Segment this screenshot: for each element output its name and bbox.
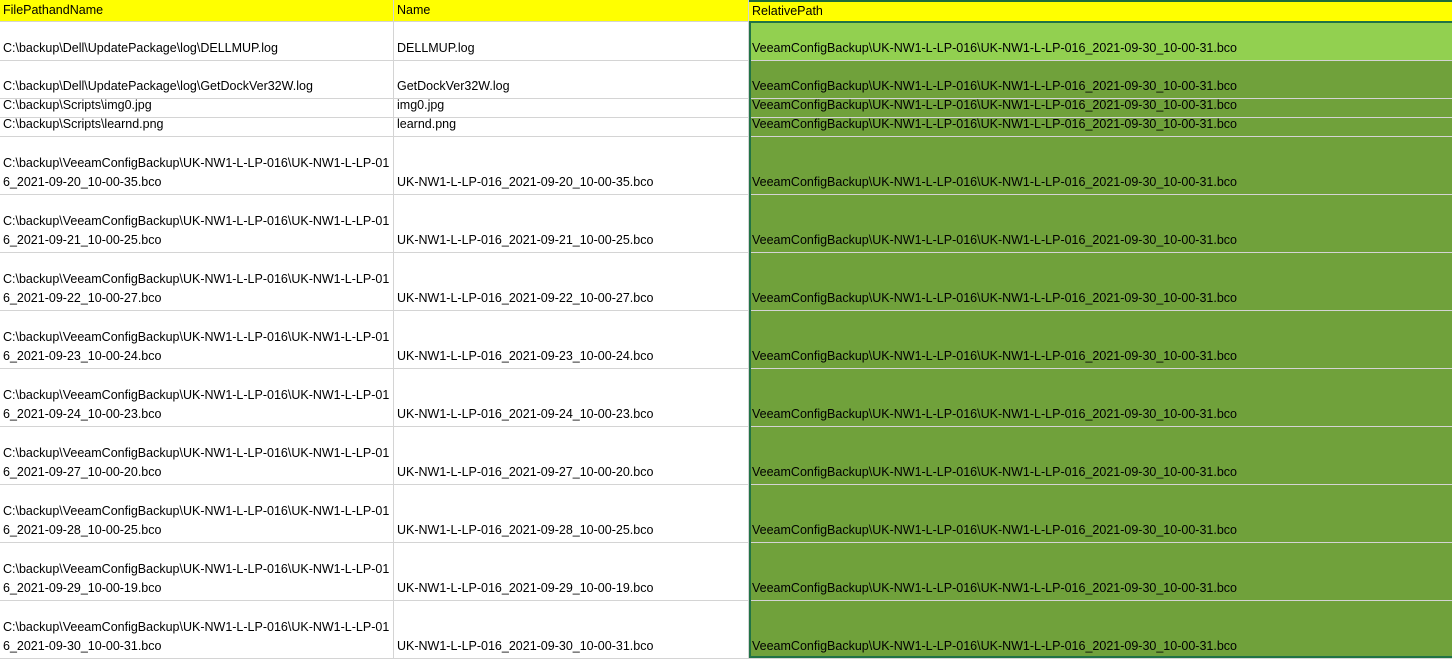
cell-filepathandname[interactable]: C:\backup\VeeamConfigBackup\UK-NW1-L-LP-…	[0, 137, 394, 194]
table-row: C:\backup\VeeamConfigBackup\UK-NW1-L-LP-…	[0, 311, 1452, 369]
header-row: FilePathandName Name RelativePath	[0, 0, 1452, 22]
cell-text: VeeamConfigBackup\UK-NW1-L-LP-016\UK-NW1…	[752, 523, 1237, 537]
cell-text: GetDockVer32W.log	[397, 79, 510, 93]
cell-name[interactable]: UK-NW1-L-LP-016_2021-09-24_10-00-23.bco	[394, 369, 749, 426]
cell-filepathandname[interactable]: C:\backup\VeeamConfigBackup\UK-NW1-L-LP-…	[0, 601, 394, 658]
cell-text: UK-NW1-L-LP-016_2021-09-23_10-00-24.bco	[397, 349, 654, 363]
spreadsheet-grid: FilePathandName Name RelativePath C:\bac…	[0, 0, 1452, 664]
cell-name[interactable]: UK-NW1-L-LP-016_2021-09-30_10-00-31.bco	[394, 601, 749, 658]
cell-relativepath[interactable]: VeeamConfigBackup\UK-NW1-L-LP-016\UK-NW1…	[749, 137, 1452, 194]
cell-text: UK-NW1-L-LP-016_2021-09-21_10-00-25.bco	[397, 233, 654, 247]
table-row: C:\backup\VeeamConfigBackup\UK-NW1-L-LP-…	[0, 427, 1452, 485]
cell-relativepath[interactable]: VeeamConfigBackup\UK-NW1-L-LP-016\UK-NW1…	[749, 61, 1452, 98]
table-row: C:\backup\VeeamConfigBackup\UK-NW1-L-LP-…	[0, 485, 1452, 543]
cell-text: C:\backup\VeeamConfigBackup\UK-NW1-L-LP-…	[3, 562, 390, 595]
table-row: C:\backup\VeeamConfigBackup\UK-NW1-L-LP-…	[0, 195, 1452, 253]
cell-text: C:\backup\VeeamConfigBackup\UK-NW1-L-LP-…	[3, 504, 390, 537]
cell-text: img0.jpg	[397, 99, 445, 112]
cell-filepathandname[interactable]: C:\backup\VeeamConfigBackup\UK-NW1-L-LP-…	[0, 311, 394, 368]
cell-text: UK-NW1-L-LP-016_2021-09-27_10-00-20.bco	[397, 465, 654, 479]
table-row: C:\backup\VeeamConfigBackup\UK-NW1-L-LP-…	[0, 601, 1452, 659]
cell-text: C:\backup\VeeamConfigBackup\UK-NW1-L-LP-…	[3, 156, 390, 189]
cell-relativepath[interactable]: VeeamConfigBackup\UK-NW1-L-LP-016\UK-NW1…	[749, 369, 1452, 426]
cell-text: UK-NW1-L-LP-016_2021-09-28_10-00-25.bco	[397, 523, 654, 537]
cell-relativepath[interactable]: VeeamConfigBackup\UK-NW1-L-LP-016\UK-NW1…	[749, 195, 1452, 252]
header-cell-relativepath[interactable]: RelativePath	[749, 0, 1452, 21]
cell-relativepath[interactable]: VeeamConfigBackup\UK-NW1-L-LP-016\UK-NW1…	[749, 118, 1452, 136]
cell-name[interactable]: UK-NW1-L-LP-016_2021-09-28_10-00-25.bco	[394, 485, 749, 542]
cell-relativepath[interactable]: VeeamConfigBackup\UK-NW1-L-LP-016\UK-NW1…	[749, 601, 1452, 658]
cell-text: VeeamConfigBackup\UK-NW1-L-LP-016\UK-NW1…	[752, 118, 1237, 131]
cell-text: UK-NW1-L-LP-016_2021-09-30_10-00-31.bco	[397, 639, 654, 653]
header-cell-filepathandname[interactable]: FilePathandName	[0, 0, 394, 21]
cell-relativepath[interactable]: VeeamConfigBackup\UK-NW1-L-LP-016\UK-NW1…	[749, 485, 1452, 542]
cell-filepathandname[interactable]: C:\backup\VeeamConfigBackup\UK-NW1-L-LP-…	[0, 543, 394, 600]
cell-text: UK-NW1-L-LP-016_2021-09-29_10-00-19.bco	[397, 581, 654, 595]
cell-filepathandname[interactable]: C:\backup\Scripts\learnd.png	[0, 118, 394, 136]
cell-text: VeeamConfigBackup\UK-NW1-L-LP-016\UK-NW1…	[752, 233, 1237, 247]
cell-name[interactable]: learnd.png	[394, 118, 749, 136]
table-row: C:\backup\VeeamConfigBackup\UK-NW1-L-LP-…	[0, 543, 1452, 601]
cell-name[interactable]: UK-NW1-L-LP-016_2021-09-22_10-00-27.bco	[394, 253, 749, 310]
table-row: C:\backup\VeeamConfigBackup\UK-NW1-L-LP-…	[0, 253, 1452, 311]
cell-text: VeeamConfigBackup\UK-NW1-L-LP-016\UK-NW1…	[752, 175, 1237, 189]
table-row: C:\backup\Dell\UpdatePackage\log\GetDock…	[0, 61, 1452, 99]
cell-text: VeeamConfigBackup\UK-NW1-L-LP-016\UK-NW1…	[752, 291, 1237, 305]
cell-text: UK-NW1-L-LP-016_2021-09-24_10-00-23.bco	[397, 407, 654, 421]
cell-text: VeeamConfigBackup\UK-NW1-L-LP-016\UK-NW1…	[752, 349, 1237, 363]
cell-text: VeeamConfigBackup\UK-NW1-L-LP-016\UK-NW1…	[752, 79, 1237, 93]
table-row: C:\backup\VeeamConfigBackup\UK-NW1-L-LP-…	[0, 137, 1452, 195]
cell-relativepath[interactable]: VeeamConfigBackup\UK-NW1-L-LP-016\UK-NW1…	[749, 311, 1452, 368]
table-row: C:\backup\Scripts\learnd.png learnd.png …	[0, 118, 1452, 137]
cell-name[interactable]: GetDockVer32W.log	[394, 61, 749, 98]
cell-text: VeeamConfigBackup\UK-NW1-L-LP-016\UK-NW1…	[752, 99, 1237, 112]
cell-text: C:\backup\Dell\UpdatePackage\log\DELLMUP…	[3, 41, 278, 55]
cell-name[interactable]: DELLMUP.log	[394, 22, 749, 60]
cell-name[interactable]: UK-NW1-L-LP-016_2021-09-21_10-00-25.bco	[394, 195, 749, 252]
cell-text: learnd.png	[397, 118, 457, 131]
cell-text: UK-NW1-L-LP-016_2021-09-22_10-00-27.bco	[397, 291, 654, 305]
table-row: C:\backup\Scripts\img0.jpg img0.jpg Veea…	[0, 99, 1452, 118]
cell-filepathandname[interactable]: C:\backup\VeeamConfigBackup\UK-NW1-L-LP-…	[0, 253, 394, 310]
cell-relativepath[interactable]: VeeamConfigBackup\UK-NW1-L-LP-016\UK-NW1…	[749, 427, 1452, 484]
cell-name[interactable]: UK-NW1-L-LP-016_2021-09-20_10-00-35.bco	[394, 137, 749, 194]
header-cell-name[interactable]: Name	[394, 0, 749, 21]
table-row: C:\backup\Dell\UpdatePackage\log\DELLMUP…	[0, 22, 1452, 61]
cell-text: VeeamConfigBackup\UK-NW1-L-LP-016\UK-NW1…	[752, 41, 1237, 55]
cell-filepathandname[interactable]: C:\backup\Dell\UpdatePackage\log\GetDock…	[0, 61, 394, 98]
cell-text: UK-NW1-L-LP-016_2021-09-20_10-00-35.bco	[397, 175, 654, 189]
cell-filepathandname[interactable]: C:\backup\VeeamConfigBackup\UK-NW1-L-LP-…	[0, 195, 394, 252]
cell-relativepath-active[interactable]: VeeamConfigBackup\UK-NW1-L-LP-016\UK-NW1…	[749, 22, 1452, 60]
cell-relativepath[interactable]: VeeamConfigBackup\UK-NW1-L-LP-016\UK-NW1…	[749, 253, 1452, 310]
cell-name[interactable]: UK-NW1-L-LP-016_2021-09-23_10-00-24.bco	[394, 311, 749, 368]
cell-text: C:\backup\VeeamConfigBackup\UK-NW1-L-LP-…	[3, 214, 390, 247]
cell-text: C:\backup\VeeamConfigBackup\UK-NW1-L-LP-…	[3, 272, 390, 305]
cell-text: VeeamConfigBackup\UK-NW1-L-LP-016\UK-NW1…	[752, 407, 1237, 421]
cell-text: C:\backup\VeeamConfigBackup\UK-NW1-L-LP-…	[3, 620, 390, 653]
cell-filepathandname[interactable]: C:\backup\VeeamConfigBackup\UK-NW1-L-LP-…	[0, 369, 394, 426]
cell-text: DELLMUP.log	[397, 41, 475, 55]
cell-name[interactable]: UK-NW1-L-LP-016_2021-09-29_10-00-19.bco	[394, 543, 749, 600]
cell-text: VeeamConfigBackup\UK-NW1-L-LP-016\UK-NW1…	[752, 465, 1237, 479]
table-row: C:\backup\VeeamConfigBackup\UK-NW1-L-LP-…	[0, 369, 1452, 427]
cell-filepathandname[interactable]: C:\backup\VeeamConfigBackup\UK-NW1-L-LP-…	[0, 427, 394, 484]
cell-relativepath[interactable]: VeeamConfigBackup\UK-NW1-L-LP-016\UK-NW1…	[749, 99, 1452, 117]
cell-text: C:\backup\Dell\UpdatePackage\log\GetDock…	[3, 79, 313, 93]
cell-text: C:\backup\VeeamConfigBackup\UK-NW1-L-LP-…	[3, 388, 390, 421]
cell-text: VeeamConfigBackup\UK-NW1-L-LP-016\UK-NW1…	[752, 581, 1237, 595]
cell-filepathandname[interactable]: C:\backup\Scripts\img0.jpg	[0, 99, 394, 117]
cell-text: C:\backup\Scripts\learnd.png	[3, 118, 164, 131]
cell-filepathandname[interactable]: C:\backup\VeeamConfigBackup\UK-NW1-L-LP-…	[0, 485, 394, 542]
cell-text: C:\backup\VeeamConfigBackup\UK-NW1-L-LP-…	[3, 446, 390, 479]
cell-relativepath[interactable]: VeeamConfigBackup\UK-NW1-L-LP-016\UK-NW1…	[749, 543, 1452, 600]
cell-filepathandname[interactable]: C:\backup\Dell\UpdatePackage\log\DELLMUP…	[0, 22, 394, 60]
cell-text: C:\backup\Scripts\img0.jpg	[3, 99, 152, 112]
cell-text: VeeamConfigBackup\UK-NW1-L-LP-016\UK-NW1…	[752, 639, 1237, 653]
cell-name[interactable]: img0.jpg	[394, 99, 749, 117]
cell-text: C:\backup\VeeamConfigBackup\UK-NW1-L-LP-…	[3, 330, 390, 363]
cell-name[interactable]: UK-NW1-L-LP-016_2021-09-27_10-00-20.bco	[394, 427, 749, 484]
